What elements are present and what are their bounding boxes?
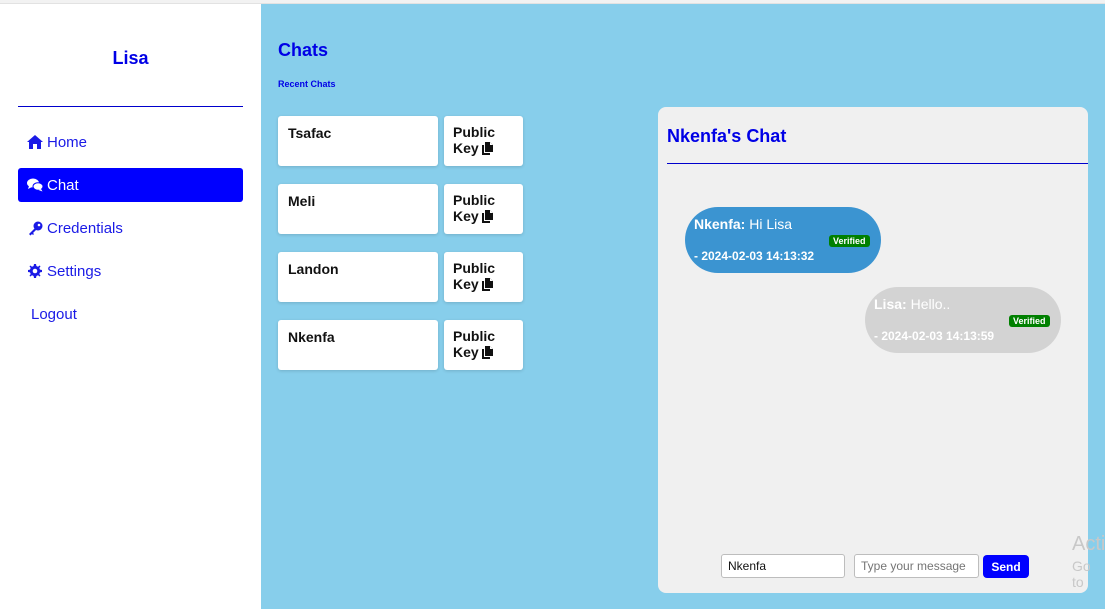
copy-icon (481, 346, 493, 362)
chat-contact-card[interactable]: Tsafac (278, 116, 438, 166)
sidebar-item-logout[interactable]: Logout (18, 297, 243, 331)
sidebar-item-chat[interactable]: Chat (18, 168, 243, 202)
sidebar-item-label: Chat (47, 176, 79, 194)
message-sender: Lisa: (874, 296, 907, 312)
page-title: Chats (278, 40, 329, 60)
activation-watermark: Acti Go to (1072, 533, 1105, 590)
user-name: Lisa (112, 48, 149, 68)
sidebar-item-label: Home (47, 133, 88, 151)
gear-icon (27, 263, 43, 279)
watermark-line-1: Acti (1072, 533, 1105, 555)
verified-badge: Verified (829, 235, 870, 247)
sidebar-item-label: Credentials (47, 219, 123, 237)
message-text: Hi Lisa (745, 216, 793, 232)
contact-name: Landon (288, 261, 339, 277)
watermark-line-2: Go to (1072, 558, 1091, 590)
recent-chats-label: Recent Chats (278, 79, 336, 89)
message-bubble-outgoing: Lisa: Hello.. Verified - 2024-02-03 14:1… (865, 287, 1061, 353)
recipient-input[interactable] (721, 554, 845, 578)
contact-name: Meli (288, 193, 316, 209)
sidebar-item-label: Logout (31, 305, 77, 323)
public-key-button[interactable]: Public Key (444, 116, 523, 166)
chat-contact-card[interactable]: Meli (278, 184, 438, 234)
sidebar-item-settings[interactable]: Settings (18, 254, 243, 288)
message-bubble-incoming: Nkenfa: Hi Lisa Verified - 2024-02-03 14… (685, 207, 881, 273)
copy-icon (481, 142, 493, 158)
message-timestamp: - 2024-02-03 14:13:32 (694, 249, 815, 263)
contact-name: Tsafac (288, 125, 332, 141)
chat-panel: Nkenfa's Chat Nkenfa: Hi Lisa Verified -… (658, 107, 1088, 593)
chat-divider (667, 163, 1088, 164)
home-icon (27, 134, 43, 150)
message-timestamp: - 2024-02-03 14:13:59 (874, 329, 995, 343)
sidebar-item-credentials[interactable]: Credentials (18, 211, 243, 245)
contact-name: Nkenfa (288, 329, 335, 345)
chat-icon (27, 177, 43, 193)
message-text: Hello.. (906, 296, 951, 312)
main-content: Chats Recent Chats Tsafac Public Key Mel… (261, 4, 1105, 609)
chat-title: Nkenfa's Chat (667, 126, 787, 146)
copy-icon (481, 210, 493, 226)
public-key-button[interactable]: Public Key (444, 184, 523, 234)
public-key-button[interactable]: Public Key (444, 320, 523, 370)
sidebar-item-label: Settings (47, 262, 102, 280)
message-sender: Nkenfa: (694, 216, 746, 232)
copy-icon (481, 278, 493, 294)
key-icon (27, 220, 43, 236)
chat-contact-card[interactable]: Nkenfa (278, 320, 438, 370)
sidebar-divider (18, 106, 243, 107)
sidebar-item-home[interactable]: Home (18, 125, 243, 159)
verified-badge: Verified (1009, 315, 1050, 327)
send-button[interactable]: Send (983, 555, 1029, 578)
public-key-button[interactable]: Public Key (444, 252, 523, 302)
sidebar: Lisa Home Chat Credentials Settings Logo… (0, 4, 261, 609)
message-input[interactable] (854, 554, 979, 578)
chat-contact-card[interactable]: Landon (278, 252, 438, 302)
